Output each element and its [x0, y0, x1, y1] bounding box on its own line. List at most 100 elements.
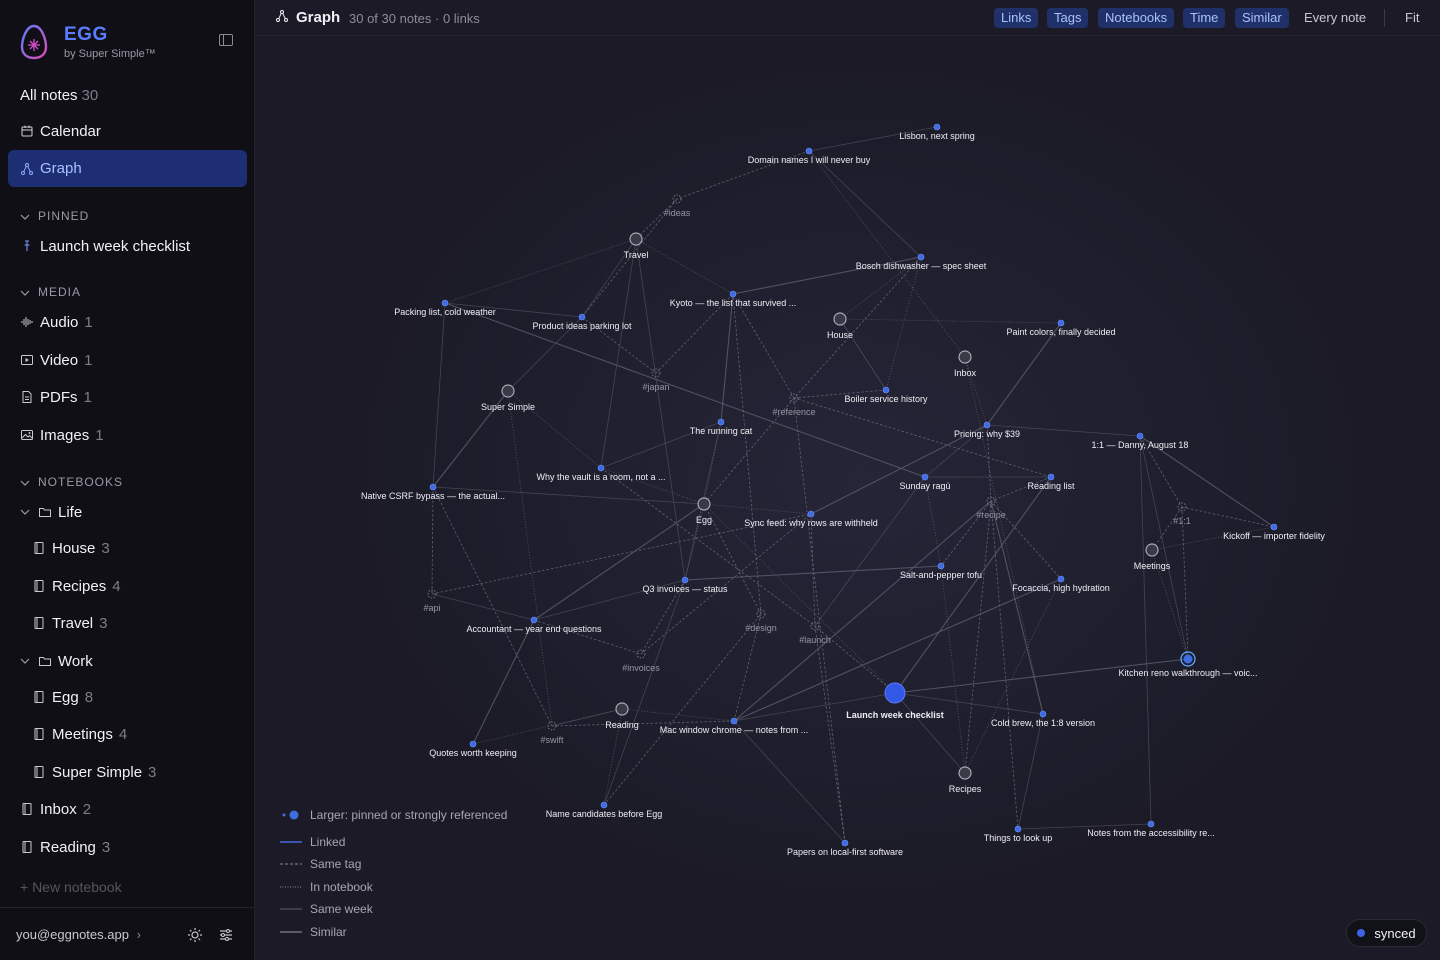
- chevron-down-icon: [20, 285, 32, 299]
- media-count: 1: [84, 313, 93, 331]
- media-item-images[interactable]: Images 1: [20, 422, 104, 448]
- node-dot: [805, 147, 813, 155]
- page-title: Graph: [276, 9, 340, 26]
- legend-similar: Similar: [280, 923, 347, 941]
- theme-sun-icon[interactable]: [187, 927, 203, 943]
- node-label: Cold brew, the 1:8 version: [991, 718, 1095, 728]
- nav-label: Calendar: [40, 122, 101, 140]
- filter-similar[interactable]: Similar: [1235, 8, 1289, 28]
- node-dot: [600, 801, 608, 809]
- filter-links[interactable]: Links: [994, 8, 1039, 28]
- notebook-reading[interactable]: Reading 3: [20, 834, 110, 860]
- media-item-video[interactable]: Video 1: [20, 347, 92, 373]
- notebook-label: Recipes: [52, 577, 107, 595]
- notebook-house[interactable]: House 3: [32, 535, 110, 561]
- node-label: Kyoto — the list that survived ...: [670, 298, 797, 308]
- graph-icon: [276, 9, 290, 26]
- node-label: #invoices: [622, 663, 660, 673]
- notebook-group-work[interactable]: Work: [20, 648, 93, 674]
- notebook-count: 3: [148, 763, 157, 781]
- section-label: PINNED: [38, 209, 90, 223]
- sidebar-toggle-icon[interactable]: [219, 34, 233, 46]
- node-dot: [933, 123, 941, 131]
- notebook-super-simple[interactable]: Super Simple 3: [32, 759, 156, 785]
- notebook-inbox[interactable]: Inbox 2: [20, 796, 91, 822]
- new-notebook-button[interactable]: + New notebook: [20, 879, 122, 895]
- notebook-count: 3: [99, 614, 108, 632]
- section-notebooks[interactable]: NOTEBOOKS: [20, 472, 123, 492]
- section-label: MEDIA: [38, 285, 82, 299]
- node-label: Mac window chrome — notes from ...: [660, 725, 809, 735]
- account-menu[interactable]: you@eggnotes.app ›: [16, 927, 141, 942]
- notebook-meetings[interactable]: Meetings 4: [32, 721, 127, 747]
- nav-calendar[interactable]: Calendar: [8, 113, 247, 149]
- node-label: #1:1: [1173, 516, 1191, 526]
- sync-status[interactable]: synced: [1346, 919, 1427, 947]
- node-label: Meetings: [1134, 561, 1171, 571]
- fit-button[interactable]: Fit: [1398, 8, 1426, 28]
- node-label: Name candidates before Egg: [546, 809, 663, 819]
- node-dot: [1039, 710, 1047, 718]
- node-label: #ideas: [664, 208, 691, 218]
- pinned-item-launch-week[interactable]: Launch week checklist: [20, 233, 190, 259]
- chevron-down-icon: [20, 475, 32, 489]
- node-dot-pinned: [884, 682, 906, 704]
- video-icon: [20, 353, 34, 367]
- settings-sliders-icon[interactable]: [218, 927, 234, 943]
- node-label: Salt-and-pepper tofu: [900, 570, 982, 580]
- node-label: Paint colors, finally decided: [1006, 327, 1115, 337]
- node-label: #design: [745, 623, 777, 633]
- node-label: House: [827, 330, 853, 340]
- pdf-icon: [20, 390, 34, 404]
- node-label: Papers on local-first software: [787, 847, 903, 857]
- sync-label: synced: [1374, 925, 1416, 941]
- legend-label: Larger: pinned or strongly referenced: [310, 808, 508, 822]
- node-label: #api: [423, 603, 440, 613]
- section-media[interactable]: MEDIA: [20, 282, 81, 302]
- notebook-group-life[interactable]: Life: [20, 499, 82, 525]
- section-pinned[interactable]: PINNED: [20, 206, 89, 226]
- node-label: Focaccia, high hydration: [1012, 583, 1110, 593]
- notebook-label: Meetings: [52, 725, 113, 743]
- legend-label: In notebook: [310, 880, 373, 894]
- node-label: Sync feed: why rows are withheld: [744, 518, 878, 528]
- chevron-down-icon: [20, 506, 32, 518]
- nav-graph[interactable]: Graph: [8, 150, 247, 187]
- nav-all-notes[interactable]: All notes 30: [8, 77, 247, 113]
- brand-name: EGG: [64, 24, 108, 45]
- scope-every-note[interactable]: Every note: [1297, 8, 1373, 28]
- node-dot: [917, 253, 925, 261]
- node-dot: [578, 313, 586, 321]
- filter-tags[interactable]: Tags: [1047, 8, 1089, 28]
- notebook-travel[interactable]: Travel 3: [32, 610, 107, 636]
- filter-time[interactable]: Time: [1183, 8, 1226, 28]
- notebook-label: Reading: [40, 838, 96, 856]
- legend-line-in-notebook: [280, 886, 302, 888]
- brand[interactable]: EGG by Super Simple™: [20, 22, 250, 66]
- notebook-label: Super Simple: [52, 763, 143, 781]
- account-email: you@eggnotes.app: [16, 927, 129, 942]
- legend-line-same-tag: [280, 863, 302, 865]
- notebook-dot: [629, 232, 643, 246]
- node-dot: [1147, 820, 1155, 828]
- legend-label: Same week: [310, 902, 373, 916]
- folder-icon: [38, 505, 52, 519]
- notebook-icon: [32, 579, 46, 593]
- legend-same-week: Same week: [280, 900, 373, 918]
- node-label: Bosch dishwasher — spec sheet: [856, 261, 987, 271]
- chevron-down-icon: [20, 209, 32, 223]
- node-label: Q3 invoices — status: [642, 584, 728, 594]
- media-item-pdfs[interactable]: PDFs 1: [20, 384, 92, 410]
- notebook-egg[interactable]: Egg 8: [32, 684, 93, 710]
- notebook-recipes[interactable]: Recipes 4: [32, 573, 121, 599]
- legend-in-notebook: In notebook: [280, 878, 373, 896]
- node-label: Native CSRF bypass — the actual...: [361, 491, 505, 501]
- media-count: 1: [84, 351, 93, 369]
- notebook-dot: [501, 384, 515, 398]
- node-dot: [841, 839, 849, 847]
- filter-notebooks[interactable]: Notebooks: [1098, 8, 1175, 28]
- notebook-label: House: [52, 539, 96, 557]
- node-label: Travel: [624, 250, 649, 260]
- notebook-label: Inbox: [40, 800, 77, 818]
- media-item-audio[interactable]: Audio 1: [20, 309, 93, 335]
